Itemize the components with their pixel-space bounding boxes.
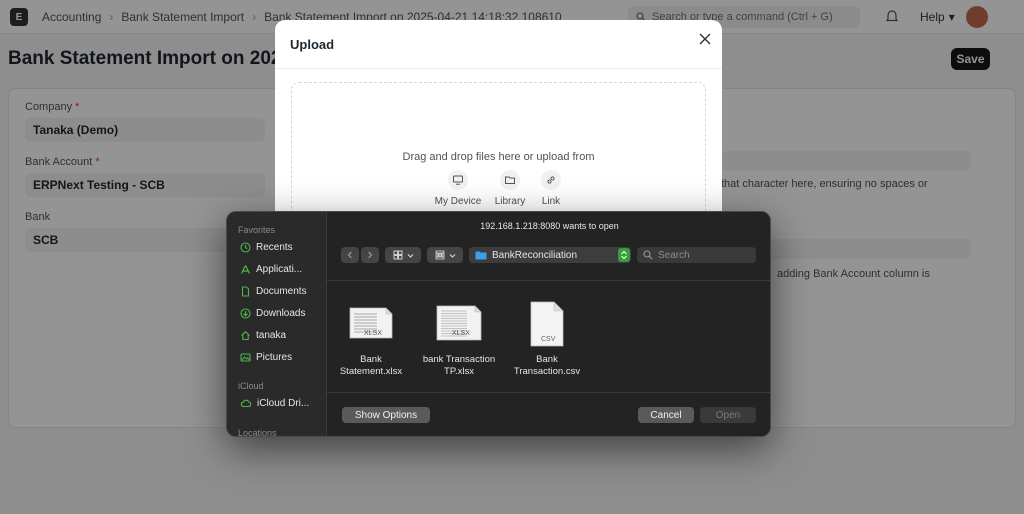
file-type-badge: CSV bbox=[541, 336, 556, 343]
close-icon[interactable] bbox=[698, 32, 712, 46]
cloud-icon bbox=[240, 399, 252, 407]
upload-option-label: Link bbox=[541, 196, 561, 207]
file-name: bank Transaction TP.xlsx bbox=[422, 354, 496, 377]
chevron-down-icon bbox=[407, 253, 413, 258]
open-button[interactable]: Open bbox=[700, 407, 756, 423]
upload-from-link[interactable]: Link bbox=[523, 170, 579, 207]
monitor-icon bbox=[448, 170, 468, 190]
cancel-button[interactable]: Cancel bbox=[638, 407, 694, 423]
sidebar-item-applications[interactable]: Applicati... bbox=[235, 260, 321, 278]
sidebar-item-label: Applicati... bbox=[256, 263, 303, 275]
sidebar-item-icloud-drive[interactable]: iCloud Dri... bbox=[235, 394, 321, 412]
view-mode-button[interactable] bbox=[385, 247, 421, 263]
file-item[interactable]: CSV Bank Transaction.csv bbox=[504, 300, 590, 378]
file-item[interactable]: XLSX Bank Statement.xlsx bbox=[328, 300, 414, 378]
drop-instructions: Drag and drop files here or upload from bbox=[402, 151, 595, 163]
file-item[interactable]: XLSX bank Transaction TP.xlsx bbox=[416, 300, 502, 378]
folder-icon bbox=[500, 170, 520, 190]
sidebar-item-home[interactable]: tanaka bbox=[235, 326, 321, 344]
sidebar-item-label: tanaka bbox=[256, 329, 287, 341]
chevron-right-icon bbox=[368, 251, 373, 259]
group-by-button[interactable] bbox=[427, 247, 463, 263]
sidebar-item-label: Pictures bbox=[256, 351, 293, 363]
upload-modal-title: Upload bbox=[290, 37, 335, 52]
pictures-icon bbox=[240, 352, 251, 362]
location-stepper-icon bbox=[618, 248, 630, 262]
sidebar-item-label: Documents bbox=[256, 285, 307, 297]
file-name: Bank Statement.xlsx bbox=[339, 354, 403, 377]
dialog-sidebar: Favorites Recents Applicati... Documents… bbox=[227, 212, 327, 437]
link-icon bbox=[541, 170, 561, 190]
sidebar-item-label: iCloud Dri... bbox=[257, 397, 310, 409]
folder-icon bbox=[475, 251, 487, 260]
back-button[interactable] bbox=[341, 247, 359, 263]
upload-modal-divider bbox=[275, 68, 722, 69]
home-icon bbox=[241, 330, 250, 340]
chevron-left-icon bbox=[347, 251, 352, 259]
file-drop-zone[interactable]: Drag and drop files here or upload from bbox=[291, 82, 706, 232]
csv-file-icon: CSV bbox=[523, 300, 571, 348]
sidebar-section-locations: Locations bbox=[238, 428, 277, 437]
sidebar-item-label: Downloads bbox=[256, 307, 306, 319]
clock-icon bbox=[240, 241, 251, 253]
file-name: Bank Transaction.csv bbox=[513, 354, 581, 377]
sidebar-item-recents[interactable]: Recents bbox=[235, 238, 321, 256]
sidebar-item-downloads[interactable]: Downloads bbox=[235, 304, 321, 322]
grid-view-icon bbox=[393, 250, 402, 260]
chevron-down-icon bbox=[449, 253, 455, 258]
spreadsheet-file-icon: XLSX bbox=[347, 300, 395, 348]
file-open-dialog: Favorites Recents Applicati... Documents… bbox=[226, 211, 771, 437]
upload-modal: Upload Drag and drop files here or uploa… bbox=[275, 20, 722, 232]
sidebar-item-documents[interactable]: Documents bbox=[235, 282, 321, 300]
upload-from-my-device[interactable]: My Device bbox=[430, 170, 486, 207]
sidebar-item-pictures[interactable]: Pictures bbox=[235, 348, 321, 366]
document-icon bbox=[241, 285, 250, 297]
sidebar-section-icloud: iCloud bbox=[238, 381, 264, 391]
search-icon bbox=[643, 250, 653, 260]
dialog-host-prompt: 192.168.1.218:8080 wants to open bbox=[480, 221, 619, 231]
sidebar-item-label: Recents bbox=[256, 241, 293, 253]
upload-option-label: My Device bbox=[434, 196, 482, 207]
footer-divider bbox=[327, 392, 770, 393]
location-name: BankReconciliation bbox=[492, 249, 578, 261]
toolbar-divider bbox=[327, 280, 770, 281]
forward-button[interactable] bbox=[361, 247, 379, 263]
location-popup[interactable]: BankReconciliation bbox=[469, 247, 631, 263]
dialog-main: 192.168.1.218:8080 wants to open BankRec… bbox=[327, 212, 770, 436]
file-type-badge: XLSX bbox=[364, 330, 382, 337]
file-search[interactable] bbox=[637, 247, 756, 263]
group-icon bbox=[435, 250, 444, 260]
apps-icon bbox=[240, 264, 251, 274]
show-options-button[interactable]: Show Options bbox=[342, 407, 430, 423]
file-type-badge: XLSX bbox=[452, 330, 470, 337]
spreadsheet-file-icon: XLSX bbox=[435, 300, 483, 348]
download-icon bbox=[240, 307, 251, 319]
search-input[interactable] bbox=[658, 249, 748, 261]
sidebar-section-favorites: Favorites bbox=[238, 225, 276, 235]
